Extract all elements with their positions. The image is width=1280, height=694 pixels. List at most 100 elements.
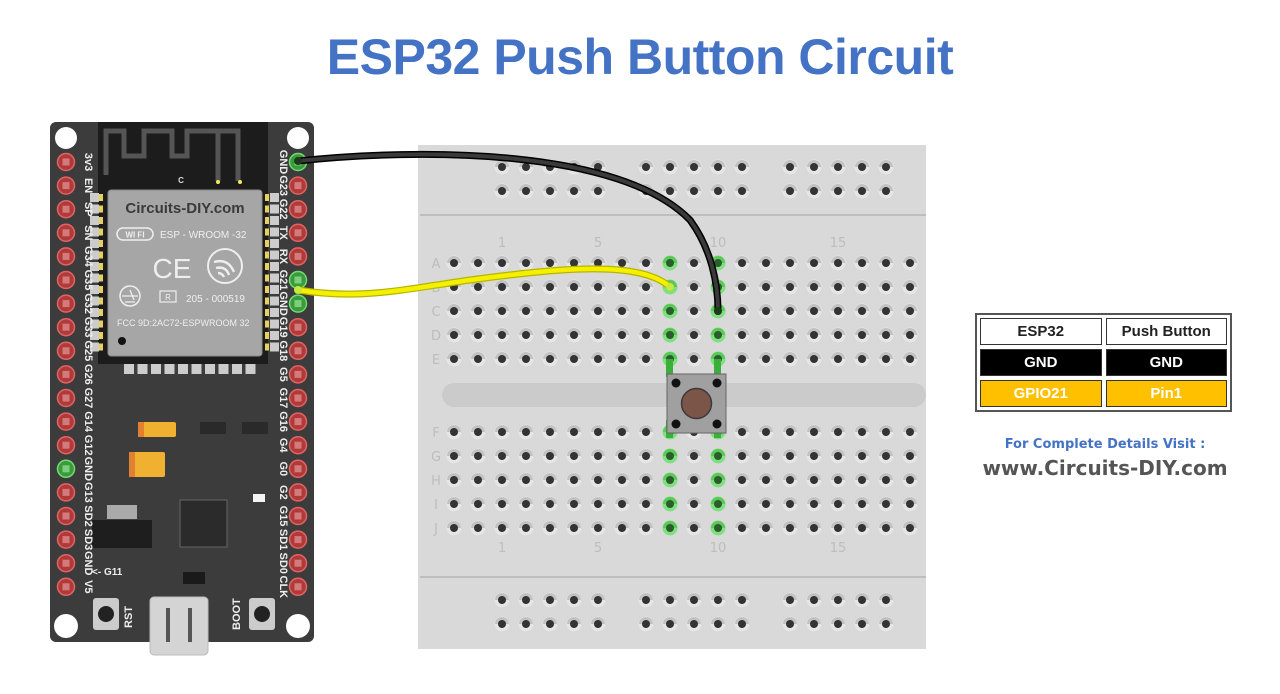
breadboard-hole[interactable] xyxy=(494,520,510,536)
breadboard-hole[interactable] xyxy=(470,424,486,440)
breadboard-hole[interactable] xyxy=(446,351,462,367)
esp32-pin-g12[interactable] xyxy=(56,435,76,455)
breadboard-hole[interactable] xyxy=(902,424,918,440)
breadboard-hole[interactable] xyxy=(878,279,894,295)
breadboard-hole-connected[interactable] xyxy=(662,448,678,464)
breadboard-hole[interactable] xyxy=(494,472,510,488)
breadboard-hole[interactable] xyxy=(614,327,630,343)
esp32-pin-g0[interactable] xyxy=(288,459,308,479)
breadboard-hole[interactable] xyxy=(782,520,798,536)
breadboard-hole[interactable] xyxy=(542,520,558,536)
breadboard-hole[interactable] xyxy=(518,351,534,367)
breadboard-hole[interactable] xyxy=(710,183,726,199)
breadboard-hole[interactable] xyxy=(878,520,894,536)
breadboard-hole[interactable] xyxy=(566,520,582,536)
esp32-pin-sd0[interactable] xyxy=(288,553,308,573)
esp32-pin-3v3[interactable] xyxy=(56,152,76,172)
breadboard-hole[interactable] xyxy=(878,183,894,199)
breadboard-hole-connected[interactable] xyxy=(662,496,678,512)
esp32-pin-g32[interactable] xyxy=(56,294,76,313)
breadboard-hole[interactable] xyxy=(470,472,486,488)
breadboard-hole[interactable] xyxy=(686,520,702,536)
breadboard-hole[interactable] xyxy=(878,303,894,319)
breadboard-hole[interactable] xyxy=(494,592,510,608)
breadboard-hole[interactable] xyxy=(542,183,558,199)
breadboard-hole[interactable] xyxy=(782,616,798,632)
breadboard-hole[interactable] xyxy=(590,351,606,367)
breadboard-hole[interactable] xyxy=(686,279,702,295)
breadboard-hole[interactable] xyxy=(590,279,606,295)
breadboard-hole[interactable] xyxy=(782,255,798,271)
breadboard-hole[interactable] xyxy=(542,279,558,295)
breadboard-hole[interactable] xyxy=(902,351,918,367)
breadboard-hole[interactable] xyxy=(806,351,822,367)
breadboard-hole[interactable] xyxy=(830,327,846,343)
esp32-pin-g34[interactable] xyxy=(56,247,76,266)
breadboard-hole[interactable] xyxy=(494,424,510,440)
breadboard-hole[interactable] xyxy=(902,255,918,271)
esp32-pin-g19[interactable] xyxy=(288,317,308,337)
esp32-pin-g18[interactable] xyxy=(288,341,308,361)
breadboard-hole[interactable] xyxy=(494,279,510,295)
breadboard-hole[interactable] xyxy=(638,496,654,512)
breadboard-hole[interactable] xyxy=(854,303,870,319)
breadboard-hole[interactable] xyxy=(830,424,846,440)
breadboard-hole[interactable] xyxy=(830,303,846,319)
breadboard-hole[interactable] xyxy=(878,327,894,343)
breadboard-hole[interactable] xyxy=(662,159,678,175)
breadboard-hole[interactable] xyxy=(470,255,486,271)
breadboard-hole[interactable] xyxy=(518,279,534,295)
esp32-pin-g4[interactable] xyxy=(288,435,308,455)
breadboard-hole[interactable] xyxy=(590,520,606,536)
breadboard-hole[interactable] xyxy=(734,448,750,464)
breadboard-hole[interactable] xyxy=(734,183,750,199)
breadboard-hole[interactable] xyxy=(470,327,486,343)
breadboard-hole[interactable] xyxy=(566,472,582,488)
breadboard-hole[interactable] xyxy=(758,255,774,271)
breadboard-hole[interactable] xyxy=(734,303,750,319)
breadboard-hole[interactable] xyxy=(638,159,654,175)
breadboard-hole[interactable] xyxy=(782,159,798,175)
esp32-pin-gnd[interactable] xyxy=(56,553,76,573)
breadboard-hole[interactable] xyxy=(542,327,558,343)
breadboard-hole[interactable] xyxy=(782,448,798,464)
breadboard-hole[interactable] xyxy=(782,592,798,608)
breadboard-hole[interactable] xyxy=(878,424,894,440)
breadboard-hole[interactable] xyxy=(638,472,654,488)
breadboard-hole[interactable] xyxy=(806,279,822,295)
breadboard-hole[interactable] xyxy=(854,159,870,175)
breadboard-hole[interactable] xyxy=(878,496,894,512)
breadboard-hole[interactable] xyxy=(542,496,558,512)
esp32-pin-sd1[interactable] xyxy=(288,530,308,549)
breadboard-hole-connected[interactable] xyxy=(662,520,678,536)
breadboard-hole[interactable] xyxy=(758,472,774,488)
esp32-pin-v5[interactable] xyxy=(56,577,76,597)
breadboard-hole[interactable] xyxy=(830,520,846,536)
breadboard-hole[interactable] xyxy=(542,351,558,367)
breadboard-hole[interactable] xyxy=(590,424,606,440)
breadboard-hole[interactable] xyxy=(614,424,630,440)
breadboard-hole-connected[interactable] xyxy=(662,303,678,319)
esp32-pin-g15[interactable] xyxy=(288,506,308,526)
breadboard-hole[interactable] xyxy=(494,327,510,343)
esp32-pin-g17[interactable] xyxy=(288,388,308,408)
breadboard-hole[interactable] xyxy=(902,327,918,343)
breadboard-hole[interactable] xyxy=(638,424,654,440)
breadboard-hole[interactable] xyxy=(590,303,606,319)
breadboard-hole[interactable] xyxy=(830,255,846,271)
breadboard-hole[interactable] xyxy=(734,351,750,367)
breadboard-hole[interactable] xyxy=(902,303,918,319)
breadboard-hole[interactable] xyxy=(638,448,654,464)
breadboard-hole[interactable] xyxy=(830,592,846,608)
breadboard-hole[interactable] xyxy=(758,448,774,464)
breadboard-hole[interactable] xyxy=(782,279,798,295)
breadboard-hole[interactable] xyxy=(878,255,894,271)
breadboard-hole[interactable] xyxy=(542,472,558,488)
breadboard-hole[interactable] xyxy=(782,303,798,319)
breadboard-hole[interactable] xyxy=(734,496,750,512)
breadboard-hole[interactable] xyxy=(686,255,702,271)
breadboard-hole[interactable] xyxy=(446,448,462,464)
breadboard-hole[interactable] xyxy=(686,327,702,343)
esp32-pin-tx[interactable] xyxy=(288,223,308,243)
breadboard-hole[interactable] xyxy=(494,496,510,512)
